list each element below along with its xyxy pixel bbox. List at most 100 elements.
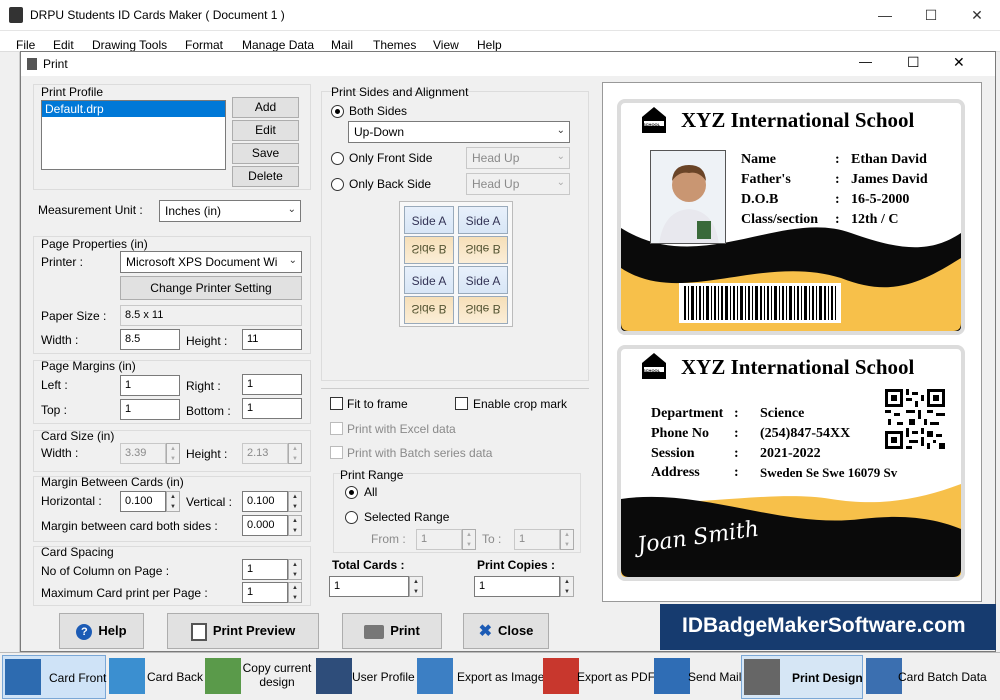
- toolbar-card-back[interactable]: Card Back: [107, 655, 203, 699]
- menu-view[interactable]: View: [433, 38, 459, 52]
- horizontal-margin-spinner[interactable]: ▲ ▼: [166, 491, 180, 512]
- dialog-close-icon[interactable]: ✕: [953, 54, 965, 71]
- margin-left-input[interactable]: 1: [120, 375, 180, 396]
- menu-manage-data[interactable]: Manage Data: [242, 38, 314, 52]
- toolbar-export-pdf[interactable]: Export as PDF: [541, 655, 655, 699]
- save-profile-button[interactable]: Save: [232, 143, 299, 164]
- selected-range-radio[interactable]: [345, 511, 358, 524]
- change-printer-button[interactable]: Change Printer Setting: [120, 276, 302, 300]
- toolbar-copy-design[interactable]: Copy current design: [203, 655, 313, 699]
- card-preview-panel: SCHOOL XYZ International School Name : E…: [602, 82, 982, 602]
- menu-themes[interactable]: Themes: [373, 38, 416, 52]
- back-field-label: Department: [651, 406, 724, 421]
- delete-profile-button[interactable]: Delete: [232, 166, 299, 187]
- print-copies-spinner[interactable]: ▲ ▼: [560, 576, 574, 597]
- excel-data-label: Print with Excel data: [347, 422, 456, 436]
- add-profile-button[interactable]: Add: [232, 97, 299, 118]
- close-label: Close: [498, 623, 534, 638]
- max-cards-input[interactable]: 1: [242, 582, 288, 603]
- measurement-unit-select[interactable]: Inches (in) ⌄: [159, 200, 301, 222]
- front-school-name: XYZ International School: [681, 108, 915, 132]
- edit-profile-button[interactable]: Edit: [232, 120, 299, 141]
- page-width-input[interactable]: 8.5: [120, 329, 180, 350]
- from-input: 1: [416, 529, 462, 550]
- profile-item-default[interactable]: Default.drp: [42, 101, 225, 117]
- menu-help[interactable]: Help: [477, 38, 502, 52]
- horizontal-margin-input[interactable]: 0.100: [120, 491, 166, 512]
- margin-between-label: Margin Between Cards (in): [41, 475, 184, 489]
- back-field-value: Sweden Se Swe 16079 Sv: [760, 465, 898, 480]
- close-button[interactable]: ✖ Close: [463, 613, 549, 649]
- menu-bar: File Edit Drawing Tools Format Manage Da…: [0, 31, 1000, 52]
- bottom-label: Bottom :: [186, 404, 231, 418]
- print-button[interactable]: Print: [342, 613, 442, 649]
- margin-bottom-input[interactable]: 1: [242, 398, 302, 419]
- crop-mark-checkbox[interactable]: [455, 397, 468, 410]
- maximize-icon[interactable]: ☐: [908, 0, 954, 31]
- dialog-maximize-icon[interactable]: ☐: [907, 54, 920, 71]
- toolbar-send-mail[interactable]: Send Mail: [652, 655, 741, 699]
- vertical-margin-input[interactable]: 0.100: [242, 491, 288, 512]
- print-copies-input[interactable]: 1: [474, 576, 560, 597]
- batch-data-checkbox: [330, 446, 343, 459]
- background-side-panel: [0, 52, 20, 652]
- close-icon[interactable]: ✕: [954, 0, 1000, 31]
- profile-list[interactable]: Default.drp: [41, 100, 226, 170]
- app-icon: [9, 7, 23, 23]
- back-side-radio[interactable]: [331, 178, 344, 191]
- all-radio[interactable]: [345, 486, 358, 499]
- total-cards-spinner[interactable]: ▲ ▼: [409, 576, 423, 597]
- columns-spinner[interactable]: ▲ ▼: [288, 559, 302, 580]
- front-field-colon: :: [835, 212, 840, 227]
- dialog-minimize-icon[interactable]: —: [859, 54, 872, 69]
- both-sides-select[interactable]: Up-Down ⌄: [348, 121, 570, 143]
- menu-drawing-tools[interactable]: Drawing Tools: [92, 38, 167, 52]
- margin-top-input[interactable]: 1: [120, 399, 180, 420]
- card-size-group: Card Size (in) Width : 3.39 ▲ ▼ Height : …: [33, 429, 311, 472]
- toolbar-export-image[interactable]: Export as Image: [415, 655, 544, 699]
- banner-text: IDBadgeMakerSoftware.com: [682, 614, 966, 637]
- toolbar-card-front[interactable]: Card Front: [2, 655, 106, 699]
- back-field-value: Science: [760, 406, 805, 421]
- help-button[interactable]: ? Help: [59, 613, 144, 649]
- front-field-value: 12th / C: [851, 212, 899, 227]
- front-field-label: Class/section: [741, 212, 818, 227]
- max-cards-spinner[interactable]: ▲ ▼: [288, 582, 302, 603]
- menu-mail[interactable]: Mail: [331, 38, 353, 52]
- both-sides-margin-input[interactable]: 0.000: [242, 515, 288, 536]
- total-cards-input[interactable]: 1: [329, 576, 409, 597]
- print-profile-label: Print Profile: [41, 85, 104, 99]
- student-photo: [650, 150, 726, 244]
- minimize-icon[interactable]: —: [862, 0, 908, 31]
- card-front-preview: SCHOOL XYZ International School Name : E…: [617, 99, 965, 335]
- menu-format[interactable]: Format: [185, 38, 223, 52]
- menu-file[interactable]: File: [16, 38, 35, 52]
- horizontal-label: Horizontal :: [41, 494, 102, 508]
- columns-input[interactable]: 1: [242, 559, 288, 580]
- toolbar-card-batch-data[interactable]: Card Batch Data: [864, 655, 998, 699]
- toolbar-user-profile[interactable]: User Profile: [314, 655, 415, 699]
- menu-edit[interactable]: Edit: [53, 38, 74, 52]
- front-field-colon: :: [835, 192, 840, 207]
- card-width-spinner: ▲ ▼: [166, 443, 180, 464]
- question-icon: ?: [76, 623, 93, 640]
- toolbar-label: User Profile: [352, 670, 415, 684]
- fit-to-frame-checkbox[interactable]: [330, 397, 343, 410]
- tile-side-b: Side B: [458, 236, 508, 264]
- page-height-input[interactable]: 11: [242, 329, 302, 350]
- print-preview-button[interactable]: Print Preview: [167, 613, 319, 649]
- main-title-bar: DRPU Students ID Cards Maker ( Document …: [0, 0, 1000, 31]
- margin-right-input[interactable]: 1: [242, 374, 302, 395]
- back-side-label: Only Back Side: [349, 177, 432, 191]
- toolbar-print-design[interactable]: Print Design: [741, 655, 863, 699]
- front-field-colon: :: [835, 152, 840, 167]
- height-label: Height :: [186, 334, 228, 348]
- both-sides-radio[interactable]: [331, 105, 344, 118]
- printer-select[interactable]: Microsoft XPS Document Wi ⌄: [120, 251, 302, 273]
- front-side-radio[interactable]: [331, 152, 344, 165]
- both-sides-margin-spinner[interactable]: ▲ ▼: [288, 515, 302, 536]
- vertical-margin-spinner[interactable]: ▲ ▼: [288, 491, 302, 512]
- page-margins-label: Page Margins (in): [41, 359, 136, 373]
- print-label: Print: [390, 623, 420, 638]
- back-side-value: Head Up: [472, 177, 520, 191]
